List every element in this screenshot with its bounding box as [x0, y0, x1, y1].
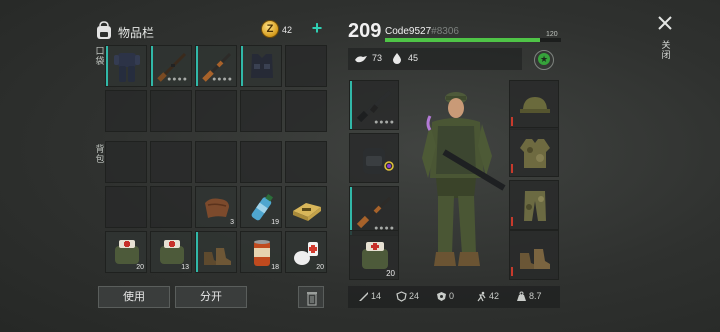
leather-icon — [205, 198, 229, 218]
xp-max: 120 — [546, 31, 558, 38]
stat-armor: 24 — [396, 291, 419, 302]
equip-slot-torso[interactable] — [509, 127, 559, 177]
stat-speed: 42 — [476, 291, 499, 302]
backpack-label: 背包 — [95, 144, 105, 164]
pocket-slot[interactable]: ●●●● — [150, 45, 192, 87]
camo-pants-icon — [524, 191, 546, 221]
pocket-slot[interactable] — [195, 90, 237, 132]
pocket-slot[interactable]: ●●●● — [195, 45, 237, 87]
backpack-slot[interactable]: 19 — [240, 186, 282, 228]
radiation-icon — [437, 292, 446, 302]
backpack-slot[interactable] — [285, 141, 327, 183]
camo-jacket-icon — [520, 139, 550, 168]
hunger-value: 73 — [372, 53, 383, 63]
item-qty: 20 — [386, 269, 395, 278]
split-button[interactable]: 分开 — [175, 286, 247, 308]
item-qty: 13 — [181, 264, 189, 271]
hunger-icon — [355, 56, 367, 63]
military-cap-icon — [520, 97, 550, 113]
backpack-slot[interactable] — [195, 231, 237, 273]
backpack-slot[interactable]: 18 — [240, 231, 282, 273]
pocket-slot[interactable] — [105, 90, 147, 132]
pocket-label: 口袋 — [95, 46, 105, 66]
speed-icon — [477, 291, 486, 302]
body-armor-icon — [114, 53, 140, 82]
equip-slot-legs[interactable] — [509, 180, 559, 230]
combat-stats-bar: 14 24 0 42 8.7 — [348, 286, 560, 308]
close-icon[interactable] — [656, 14, 674, 32]
stat-weight: 8.7 — [516, 291, 542, 302]
character-model — [422, 92, 506, 266]
pocket-slot[interactable] — [285, 45, 327, 87]
backpack-slot[interactable] — [105, 141, 147, 183]
use-button[interactable]: 使用 — [98, 286, 170, 308]
add-coins-button[interactable]: + — [309, 18, 325, 38]
equip-slot-quick-item[interactable]: 20 — [349, 230, 399, 280]
backpack-grid: 3 19 20 13 18 20 — [105, 141, 327, 273]
item-qty: 20 — [316, 264, 324, 271]
player-id: #8306 — [431, 26, 459, 37]
backpack-slot[interactable] — [285, 186, 327, 228]
equip-slot-backpack[interactable] — [349, 133, 399, 183]
backpack-slot[interactable]: 3 — [195, 186, 237, 228]
item-qty: 3 — [230, 219, 234, 226]
stat-radiation: 0 — [436, 291, 454, 302]
stat-attack: 14 — [358, 291, 381, 302]
trash-icon — [307, 292, 317, 306]
survival-stats: 73 45 — [348, 48, 522, 70]
durability-dots: ●●●● — [167, 76, 188, 83]
trash-button[interactable] — [298, 286, 324, 308]
thirst-icon — [393, 53, 401, 64]
item-qty: 18 — [271, 264, 279, 271]
weight-icon — [517, 291, 526, 302]
player-level: 209 — [348, 20, 382, 42]
backpack-slot[interactable] — [240, 141, 282, 183]
boots-icon — [204, 248, 231, 265]
character-header: 209 Code9527#8306 120 — [348, 20, 562, 46]
item-qty: 20 — [136, 264, 144, 271]
rank-badge-icon[interactable] — [534, 50, 554, 70]
thirst-value: 45 — [408, 53, 419, 63]
pocket-slot[interactable] — [240, 45, 282, 87]
inventory-title: 物品栏 — [118, 26, 155, 40]
backpack-icon — [97, 21, 111, 39]
backpack-slot[interactable] — [150, 186, 192, 228]
pocket-slot[interactable] — [105, 45, 147, 87]
item-qty: 19 — [271, 219, 279, 226]
durability-dots: ●●●● — [212, 76, 233, 83]
backpack-slot[interactable]: 20 — [105, 231, 147, 273]
coin-icon: Z — [261, 20, 279, 38]
equip-slot-head[interactable] — [509, 80, 559, 130]
ration-box-icon — [293, 203, 321, 221]
equip-slot-feet[interactable] — [509, 230, 559, 280]
player-name-text: Code9527 — [385, 26, 432, 37]
equip-slot-secondary-weapon[interactable]: ●●●● — [349, 186, 399, 236]
pocket-slot[interactable] — [150, 90, 192, 132]
backpack-slot[interactable] — [195, 141, 237, 183]
pocket-slot[interactable] — [285, 90, 327, 132]
combat-boots-icon — [520, 249, 550, 269]
backpack-slot[interactable]: 13 — [150, 231, 192, 273]
inventory-header: 物品栏 Z 42 + — [95, 18, 335, 46]
coin-count: 42 — [282, 25, 293, 35]
attack-icon — [359, 292, 368, 302]
player-name: Code9527#8306 — [385, 26, 459, 37]
backpack-icon — [363, 148, 394, 174]
backpack-slot[interactable]: 20 — [285, 231, 327, 273]
backpack-slot[interactable] — [150, 141, 192, 183]
xp-bar-fill — [385, 38, 540, 42]
durability-dots: ●●●● — [374, 119, 395, 126]
xp-bar — [385, 38, 561, 42]
armor-icon — [396, 291, 407, 302]
pocket-grid: ●●●● ●●●● — [105, 45, 327, 132]
backpack-slot[interactable] — [105, 186, 147, 228]
tactical-vest-icon — [251, 54, 273, 78]
equip-slot-primary-weapon[interactable]: ●●●● — [349, 80, 399, 130]
close-label[interactable]: 关闭 — [661, 40, 671, 60]
pocket-slot[interactable] — [240, 90, 282, 132]
